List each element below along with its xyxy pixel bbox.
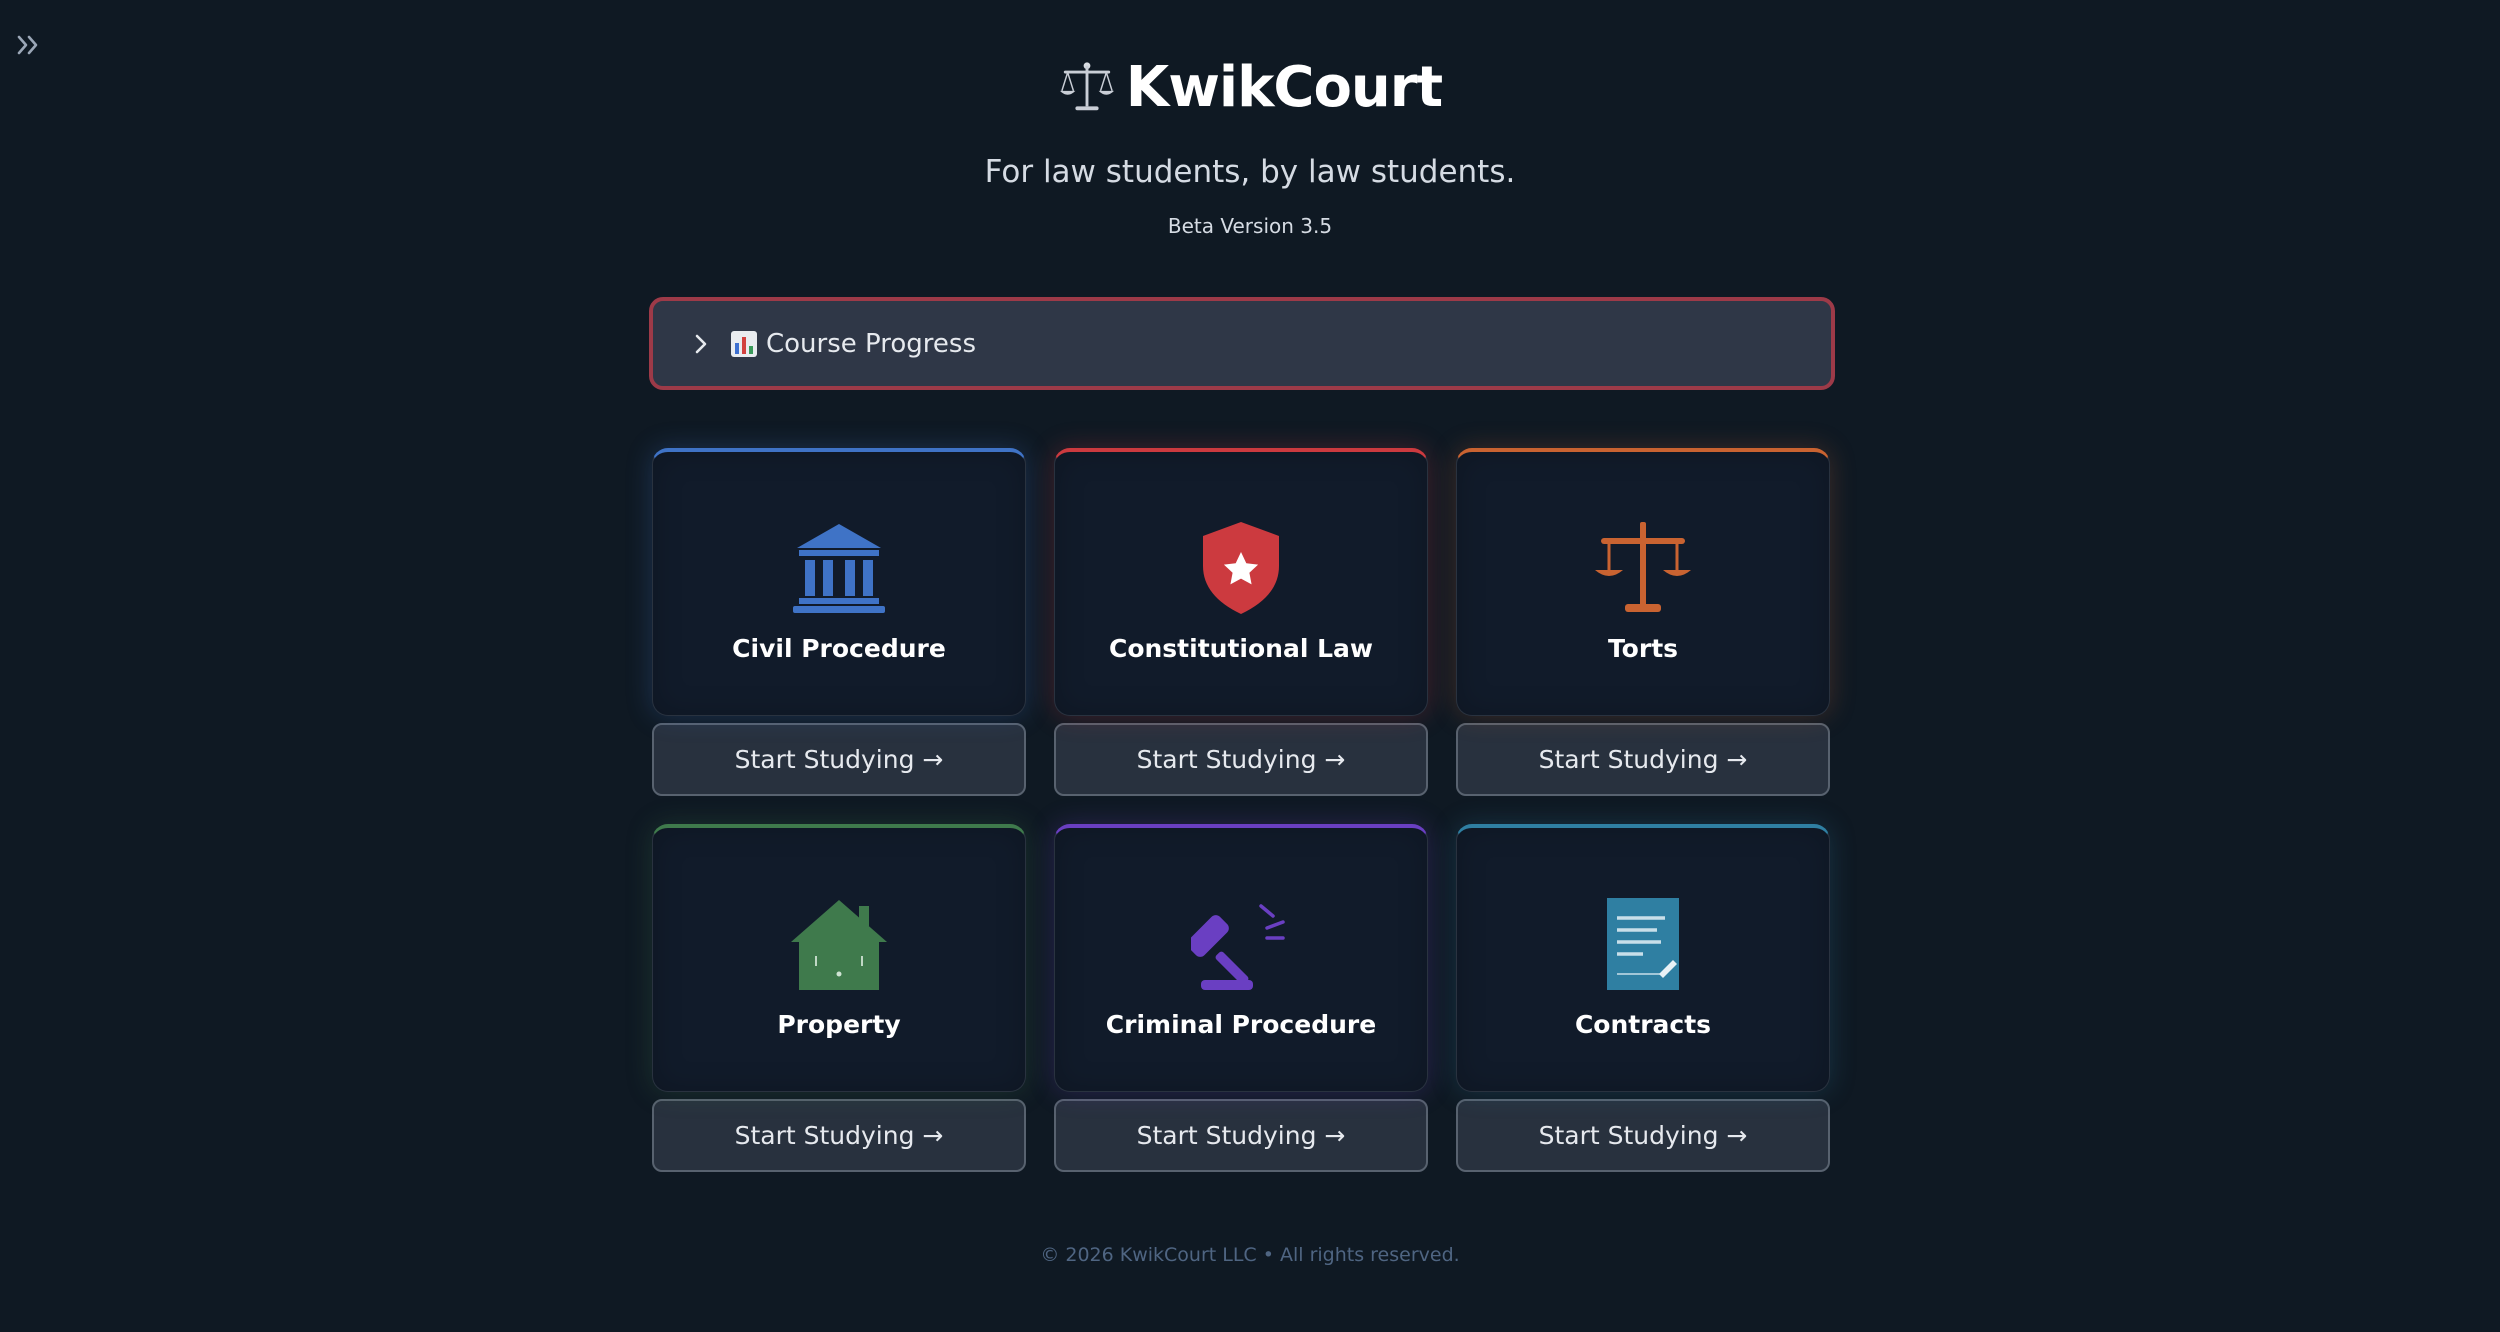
course-contracts: Contracts Start Studying → bbox=[1456, 824, 1830, 1172]
course-title: Contracts bbox=[1574, 1010, 1712, 1039]
house-icon bbox=[791, 900, 887, 990]
footer-copyright: © 2026 KwikCourt LLC • All rights reserv… bbox=[1040, 1244, 1460, 1266]
start-studying-button[interactable]: Start Studying → bbox=[1054, 723, 1428, 796]
balance-scale-icon bbox=[1059, 62, 1114, 111]
scales-icon bbox=[1595, 522, 1691, 612]
course-progress-expander[interactable]: Course Progress bbox=[649, 297, 1835, 390]
course-property: Property Start Studying → bbox=[652, 824, 1026, 1172]
shield-star-icon bbox=[1203, 522, 1279, 614]
tagline: For law students, by law students. bbox=[984, 154, 1516, 190]
version-label: Beta Version 3.5 bbox=[1167, 214, 1333, 238]
course-civil-procedure: Civil Procedure Start Studying → bbox=[652, 448, 1026, 796]
brand: KwikCourt bbox=[1058, 52, 1443, 122]
chevron-right-icon bbox=[695, 334, 707, 353]
start-studying-button[interactable]: Start Studying → bbox=[1456, 1099, 1830, 1172]
course-constitutional-law: Constitutional Law Start Studying → bbox=[1054, 448, 1428, 796]
course-card: Torts bbox=[1456, 448, 1830, 716]
app-page: KwikCourt For law students, by law stude… bbox=[0, 0, 2500, 1332]
course-card: Property bbox=[652, 824, 1026, 1092]
course-card: Criminal Procedure bbox=[1054, 824, 1428, 1092]
course-title: Civil Procedure bbox=[732, 634, 946, 663]
course-torts: Torts Start Studying → bbox=[1456, 448, 1830, 796]
start-studying-button[interactable]: Start Studying → bbox=[1456, 723, 1830, 796]
app-title: KwikCourt bbox=[1125, 54, 1443, 120]
gavel-icon bbox=[1191, 904, 1285, 990]
course-card: Contracts bbox=[1456, 824, 1830, 1092]
page-header: KwikCourt For law students, by law stude… bbox=[0, 52, 2500, 239]
start-studying-button[interactable]: Start Studying → bbox=[1054, 1099, 1428, 1172]
courthouse-icon bbox=[793, 524, 885, 613]
course-title: Property bbox=[777, 1010, 901, 1039]
course-progress-label: Course Progress bbox=[766, 328, 976, 359]
bar-chart-icon bbox=[731, 330, 757, 357]
course-card: Civil Procedure bbox=[652, 448, 1026, 716]
course-title: Constitutional Law bbox=[1108, 634, 1373, 663]
start-studying-button[interactable]: Start Studying → bbox=[652, 1099, 1026, 1172]
document-pen-icon bbox=[1607, 898, 1679, 990]
start-studying-button[interactable]: Start Studying → bbox=[652, 723, 1026, 796]
course-title: Torts bbox=[1607, 634, 1679, 663]
course-title: Criminal Procedure bbox=[1105, 1010, 1377, 1039]
course-criminal-procedure: Criminal Procedure Start Studying → bbox=[1054, 824, 1428, 1172]
course-card: Constitutional Law bbox=[1054, 448, 1428, 716]
course-grid: Civil Procedure Start Studying → Constit… bbox=[652, 448, 1830, 1172]
